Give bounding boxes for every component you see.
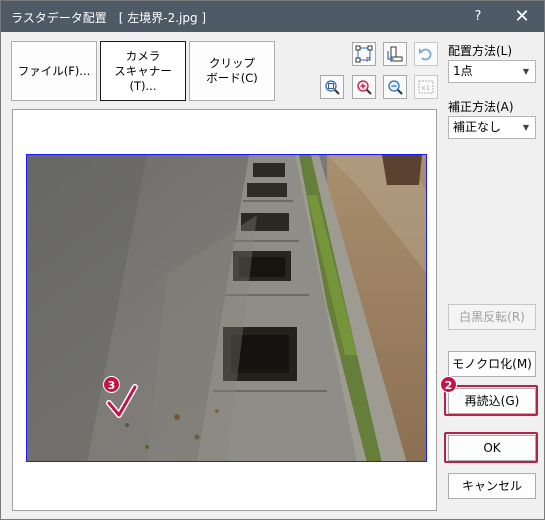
help-button[interactable]: ? — [456, 1, 500, 32]
rotate-button[interactable] — [383, 42, 407, 66]
zoom-fit-button[interactable] — [320, 75, 344, 99]
zoom-out-icon — [388, 80, 403, 95]
clipboard-button-label: クリップ ボード(C) — [206, 56, 258, 85]
zoom-in-button[interactable] — [352, 75, 376, 99]
rotate-icon — [387, 46, 403, 62]
close-button[interactable]: ✕ — [500, 1, 544, 32]
raster-placement-dialog: ラスタデータ配置 [ 左境界-2.jpg ] ? ✕ ファイル(F)... カメ… — [0, 0, 545, 520]
invert-bw-button[interactable]: 白黒反転(R) — [448, 304, 536, 330]
zoom-actual-button[interactable]: ×1 — [414, 75, 438, 99]
placement-method-label: 配置方法(L) — [448, 44, 513, 58]
zoom-actual-icon: ×1 — [418, 80, 434, 94]
step-badge-2: 2 — [440, 376, 457, 393]
zoom-in-icon — [357, 80, 372, 95]
reload-button[interactable]: 再読込(G) — [448, 388, 536, 414]
zoom-out-button[interactable] — [383, 75, 407, 99]
file-button[interactable]: ファイル(F)... — [11, 41, 97, 101]
chevron-down-icon: ▼ — [522, 67, 529, 76]
point-placement-button[interactable]: P — [352, 42, 376, 66]
undo-button[interactable] — [414, 42, 438, 66]
cancel-button[interactable]: キャンセル — [448, 473, 536, 499]
step-badge-3: 3 — [103, 376, 120, 393]
zoom-fit-icon — [325, 80, 340, 95]
ok-button[interactable]: OK — [448, 435, 536, 461]
correction-method-value: 補正なし — [453, 120, 502, 134]
svg-text:P: P — [366, 56, 370, 63]
placement-method-value: 1点 — [453, 64, 473, 78]
file-button-label: ファイル(F)... — [17, 63, 91, 78]
placement-method-select[interactable]: 1点 ▼ — [448, 60, 536, 83]
correction-method-select[interactable]: 補正なし ▼ — [448, 116, 536, 139]
raster-image[interactable] — [26, 154, 427, 462]
window-title: ラスタデータ配置 [ 左境界-2.jpg ] — [11, 11, 207, 25]
chevron-down-icon: ▼ — [522, 123, 529, 132]
camera-scanner-button[interactable]: カメラ スキャナー(T)... — [100, 41, 186, 101]
title-bar: ラスタデータ配置 [ 左境界-2.jpg ] ? ✕ — [1, 1, 544, 32]
undo-icon — [419, 48, 432, 61]
correction-method-label: 補正方法(A) — [448, 100, 514, 114]
clipboard-button[interactable]: クリップ ボード(C) — [189, 41, 275, 101]
svg-text:×1: ×1 — [421, 85, 430, 92]
monochrome-button[interactable]: モノクロ化(M) — [448, 351, 536, 377]
point-placement-icon: P — [355, 45, 373, 63]
roadside-gutter-photo — [27, 155, 426, 461]
camera-scanner-button-label: カメラ スキャナー(T)... — [114, 48, 172, 93]
